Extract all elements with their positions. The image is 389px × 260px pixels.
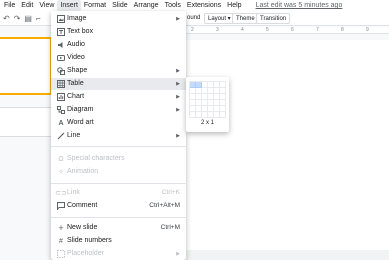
table-size-grid[interactable] bbox=[189, 81, 226, 118]
menu-separator bbox=[51, 146, 186, 147]
menu-item-new-slide[interactable]: + New slide Ctrl+M bbox=[51, 222, 186, 234]
last-edit-link[interactable]: Last edit was 5 minutes ago bbox=[253, 0, 346, 11]
menu-arrange[interactable]: Arrange bbox=[131, 0, 162, 11]
menu-item-line[interactable]: Line ▶ bbox=[51, 130, 186, 142]
link-icon: ⊂⊃ bbox=[55, 190, 67, 197]
submenu-arrow-icon: ▶ bbox=[176, 16, 180, 22]
menu-item-slide-numbers[interactable]: # Slide numbers bbox=[51, 235, 186, 247]
submenu-arrow-icon: ▶ bbox=[176, 133, 180, 139]
table-grid-cell[interactable] bbox=[220, 112, 226, 118]
slide-thumbnail-2[interactable] bbox=[0, 107, 52, 137]
menu-tools[interactable]: Tools bbox=[162, 0, 184, 11]
text-box-icon bbox=[56, 26, 66, 38]
menubar: File Edit View Insert Format Slide Arran… bbox=[0, 0, 389, 11]
animation-icon: ✧ bbox=[58, 169, 64, 176]
audio-icon bbox=[56, 39, 66, 51]
diagram-icon bbox=[56, 104, 66, 116]
ruler-tick: 5 bbox=[266, 27, 269, 33]
menu-help[interactable]: Help bbox=[224, 0, 244, 11]
slide-numbers-icon: # bbox=[59, 237, 63, 245]
submenu-arrow-icon: ▶ bbox=[176, 107, 180, 113]
menu-item-chart[interactable]: Chart ▶ bbox=[51, 91, 186, 103]
slide-thumbnail-1[interactable] bbox=[0, 37, 52, 95]
paint-format-icon[interactable]: ⌐ bbox=[36, 14, 41, 23]
table-size-label: 2 x 1 bbox=[200, 120, 214, 126]
ruler-tick: 9 bbox=[366, 27, 369, 33]
menu-file[interactable]: File bbox=[0, 0, 18, 11]
image-icon bbox=[56, 13, 66, 25]
ruler-tick: 7 bbox=[316, 27, 319, 33]
line-icon bbox=[56, 130, 66, 142]
layout-button[interactable]: Layout ▾ bbox=[204, 13, 235, 24]
placeholder-icon bbox=[56, 248, 66, 260]
background-button[interactable]: ound bbox=[186, 13, 204, 24]
menu-separator bbox=[51, 183, 186, 184]
menu-item-special-characters[interactable]: Ω Special characters bbox=[51, 153, 186, 165]
print-icon[interactable]: ▤ bbox=[24, 14, 32, 23]
ruler-tick: 8 bbox=[341, 27, 344, 33]
shape-icon bbox=[56, 65, 66, 77]
transition-button[interactable]: Transition bbox=[256, 13, 291, 24]
submenu-arrow-icon: ▶ bbox=[176, 81, 180, 87]
new-slide-icon: + bbox=[58, 223, 64, 233]
menu-insert[interactable]: Insert bbox=[57, 0, 81, 11]
ruler-tick: 6 bbox=[291, 27, 294, 33]
menu-item-audio[interactable]: Audio bbox=[51, 39, 186, 51]
menu-slide[interactable]: Slide bbox=[109, 0, 131, 11]
chart-icon bbox=[56, 91, 66, 103]
menu-item-word-art[interactable]: A Word art bbox=[51, 117, 186, 129]
speaker-notes-bar bbox=[186, 250, 389, 260]
word-art-icon: A bbox=[58, 119, 64, 127]
submenu-arrow-icon: ▶ bbox=[176, 94, 180, 100]
menu-item-diagram[interactable]: Diagram ▶ bbox=[51, 104, 186, 116]
menu-view[interactable]: View bbox=[36, 0, 57, 11]
menu-item-image[interactable]: Image ▶ bbox=[51, 13, 186, 25]
insert-menu: Image ▶ Text box Audio Video Shape ▶ Tab… bbox=[51, 11, 186, 260]
menu-item-placeholder[interactable]: Placeholder ▶ bbox=[51, 248, 186, 260]
video-icon bbox=[56, 52, 66, 64]
ruler-tick: 3 bbox=[216, 27, 219, 33]
slide-filmstrip bbox=[0, 27, 52, 260]
redo-icon[interactable]: ↷ bbox=[14, 14, 21, 23]
menu-item-animation[interactable]: ✧ Animation bbox=[51, 166, 186, 178]
menu-item-video[interactable]: Video bbox=[51, 52, 186, 64]
menu-edit[interactable]: Edit bbox=[18, 0, 36, 11]
ruler-tick: 2 bbox=[191, 27, 194, 33]
table-size-submenu: 2 x 1 bbox=[186, 77, 229, 132]
ruler: 2 3 4 5 6 7 8 9 bbox=[186, 27, 389, 34]
menu-format[interactable]: Format bbox=[81, 0, 109, 11]
menu-extensions[interactable]: Extensions bbox=[184, 0, 224, 11]
theme-button[interactable]: Theme bbox=[232, 13, 259, 24]
undo-icon[interactable]: ↶ bbox=[3, 14, 10, 23]
comment-icon bbox=[56, 200, 66, 212]
submenu-arrow-icon: ▶ bbox=[176, 251, 180, 257]
menu-item-link[interactable]: ⊂⊃ Link Ctrl+K bbox=[51, 187, 186, 199]
menu-item-table[interactable]: Table ▶ bbox=[51, 78, 186, 90]
toolbar-icons: ↶ ↷ ▤ ⌐ bbox=[3, 14, 41, 23]
menu-item-comment[interactable]: Comment Ctrl+Alt+M bbox=[51, 200, 186, 212]
menu-item-text-box[interactable]: Text box bbox=[51, 26, 186, 38]
menu-separator bbox=[51, 217, 186, 218]
ruler-tick: 4 bbox=[241, 27, 244, 33]
slide-canvas[interactable] bbox=[186, 40, 389, 250]
menu-item-shape[interactable]: Shape ▶ bbox=[51, 65, 186, 77]
table-icon bbox=[56, 78, 66, 90]
submenu-arrow-icon: ▶ bbox=[176, 68, 180, 74]
special-characters-icon: Ω bbox=[58, 155, 64, 163]
